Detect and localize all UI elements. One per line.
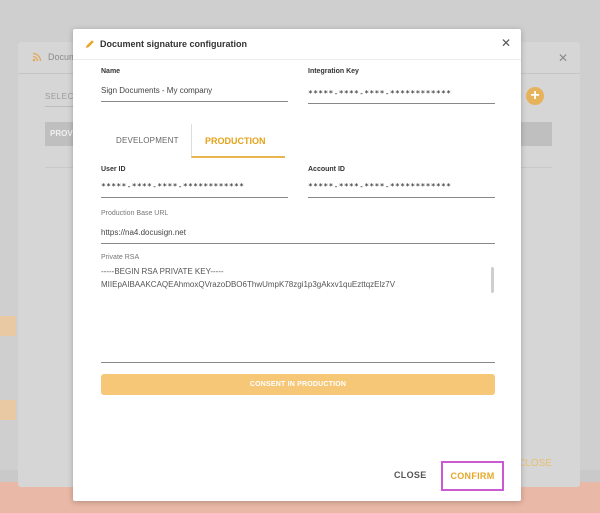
name-field[interactable]: Sign Documents - My company — [101, 86, 212, 95]
user-id-label: User ID — [101, 166, 126, 173]
background-close-icon: ✕ — [557, 51, 568, 65]
background-side-tab — [0, 316, 16, 336]
name-label: Name — [101, 68, 121, 75]
account-id-label: Account ID — [308, 166, 345, 173]
base-url-underline — [101, 243, 495, 244]
base-url-field[interactable]: https://na4.docusign.net — [101, 228, 186, 237]
base-url-label: Production Base URL — [101, 210, 169, 217]
integration-key-label: Integration Key — [308, 68, 359, 75]
private-rsa-line: MIIEpAIBAAKCAQEAhmoxQVrazoDBO6ThwUmpK78z… — [101, 280, 396, 289]
integration-key-field[interactable]: *****-****-****-************ — [308, 89, 451, 98]
tab-development-label: DEVELOPMENT — [116, 136, 179, 145]
background-close-button: CLOSE — [518, 458, 552, 469]
private-rsa-scrollbar[interactable] — [491, 267, 494, 293]
background-table-header-label: PROV — [50, 129, 73, 138]
account-id-field[interactable]: *****-****-****-************ — [308, 182, 451, 191]
tab-production[interactable]: PRODUCTION — [191, 124, 285, 158]
confirm-button[interactable]: CONFIRM — [441, 461, 504, 491]
environment-tabs: DEVELOPMENT PRODUCTION — [101, 124, 285, 158]
pencil-icon — [86, 40, 94, 48]
user-id-underline — [101, 197, 288, 198]
private-rsa-textarea[interactable]: -----BEGIN RSA PRIVATE KEY----- MIIEpAIB… — [101, 265, 495, 363]
private-rsa-label: Private RSA — [101, 254, 140, 261]
account-id-underline — [308, 197, 495, 198]
consent-in-production-button[interactable]: CONSENT IN PRODUCTION — [101, 374, 495, 395]
dialog-header: Document signature configuration ✕ — [73, 29, 521, 60]
integration-key-underline — [308, 103, 495, 104]
dialog-title: Document signature configuration — [100, 39, 248, 49]
user-id-field[interactable]: *****-****-****-************ — [101, 182, 244, 191]
close-icon[interactable]: ✕ — [501, 36, 511, 50]
signature-config-dialog: Document signature configuration ✕ Name … — [73, 29, 521, 501]
private-rsa-line: -----BEGIN RSA PRIVATE KEY----- — [101, 267, 224, 276]
close-button[interactable]: CLOSE — [394, 470, 427, 480]
tab-development[interactable]: DEVELOPMENT — [101, 124, 191, 158]
background-side-tab — [0, 400, 16, 420]
name-field-underline — [101, 101, 288, 102]
add-icon: + — [526, 87, 544, 105]
tab-production-label: PRODUCTION — [205, 136, 266, 146]
rss-icon — [32, 52, 42, 62]
